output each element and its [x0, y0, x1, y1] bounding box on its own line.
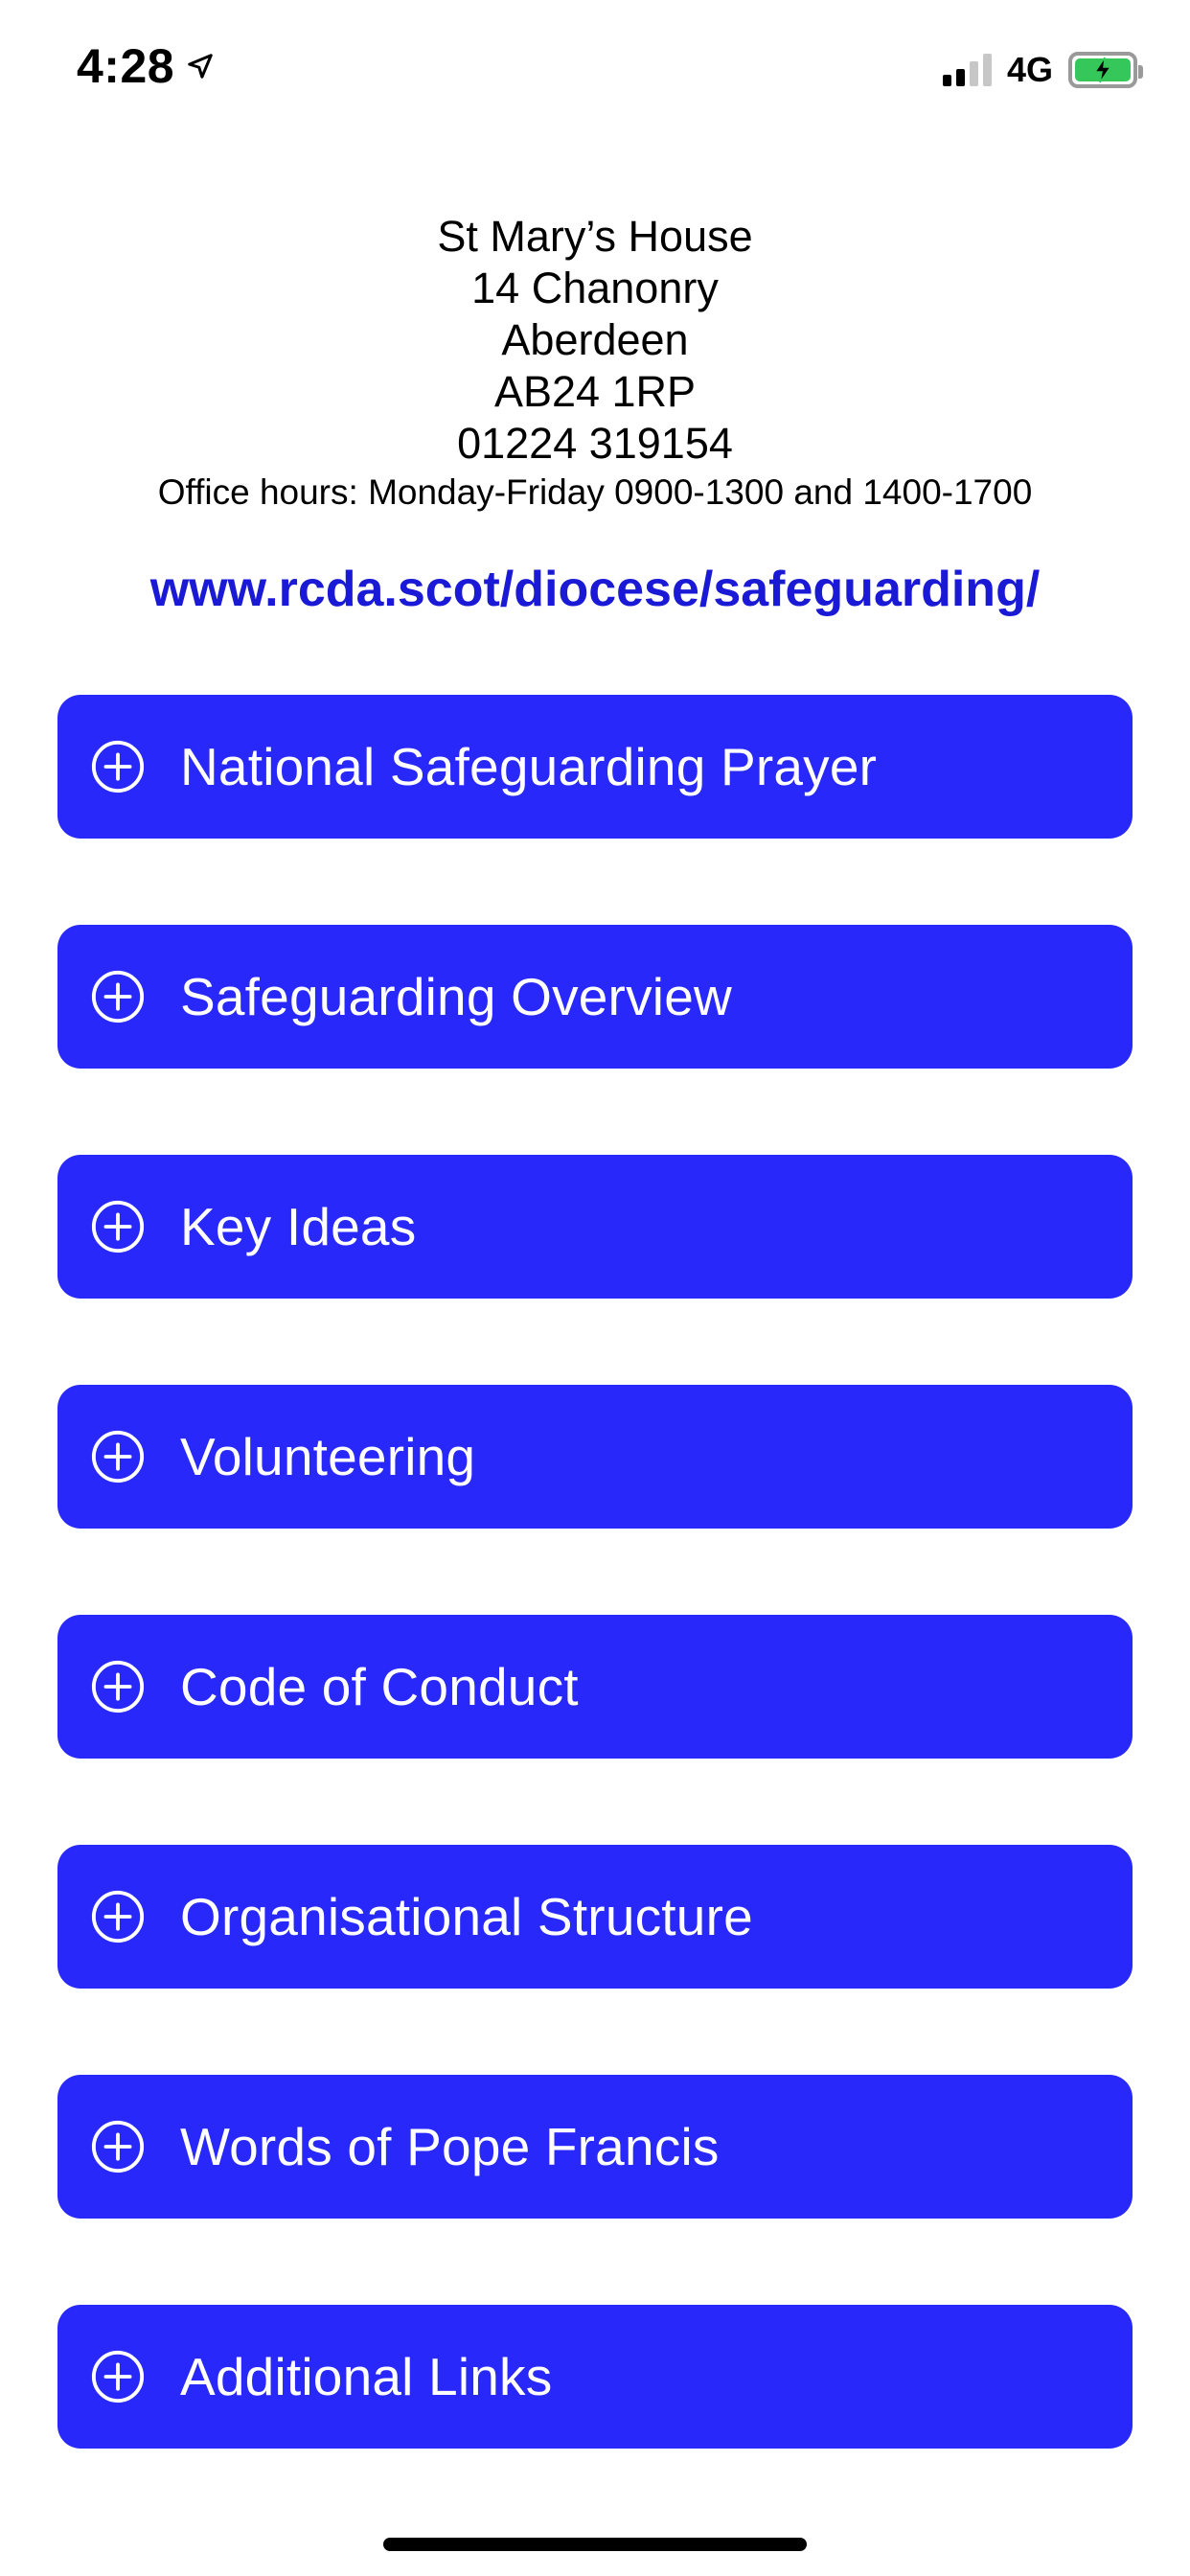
section-label: Safeguarding Overview: [180, 967, 732, 1026]
section-safeguarding-overview[interactable]: Safeguarding Overview: [57, 925, 1133, 1069]
status-time: 4:28: [77, 38, 215, 94]
section-additional-links[interactable]: Additional Links: [57, 2305, 1133, 2449]
status-bar: 4:28 4G: [0, 0, 1190, 144]
section-list: National Safeguarding Prayer Safeguardin…: [57, 695, 1133, 2535]
section-label: Additional Links: [180, 2347, 553, 2406]
plus-circle-icon: [91, 1430, 145, 1484]
website-link[interactable]: www.rcda.scot/diocese/safeguarding/: [0, 561, 1190, 618]
plus-circle-icon: [91, 1200, 145, 1254]
network-type-label: 4G: [1006, 50, 1053, 89]
plus-circle-icon: [91, 970, 145, 1024]
office-hours: Office hours: Monday-Friday 0900-1300 an…: [157, 472, 1033, 512]
section-words-of-pope-francis[interactable]: Words of Pope Francis: [57, 2075, 1133, 2219]
section-national-safeguarding-prayer[interactable]: National Safeguarding Prayer: [57, 695, 1133, 839]
address-street: 14 Chanonry: [471, 264, 719, 312]
phone-number[interactable]: 01224 319154: [0, 418, 1190, 470]
address-block: St Mary’s House 14 Chanonry Aberdeen AB2…: [0, 211, 1190, 516]
address-postcode: AB24 1RP: [493, 367, 697, 416]
section-key-ideas[interactable]: Key Ideas: [57, 1155, 1133, 1299]
section-volunteering[interactable]: Volunteering: [57, 1385, 1133, 1529]
section-label: National Safeguarding Prayer: [180, 737, 878, 796]
section-label: Words of Pope Francis: [180, 2117, 720, 2176]
plus-circle-icon: [91, 740, 145, 794]
section-label: Key Ideas: [180, 1197, 417, 1256]
section-label: Volunteering: [180, 1427, 476, 1486]
section-code-of-conduct[interactable]: Code of Conduct: [57, 1615, 1133, 1759]
address-city: Aberdeen: [501, 315, 689, 364]
plus-circle-icon: [91, 2120, 145, 2174]
status-indicators: 4G: [942, 50, 1143, 90]
section-label: Organisational Structure: [180, 1887, 753, 1946]
address-building: St Mary’s House: [437, 212, 753, 261]
section-label: Code of Conduct: [180, 1657, 579, 1716]
plus-circle-icon: [91, 1660, 145, 1714]
plus-circle-icon: [91, 2350, 145, 2404]
section-organisational-structure[interactable]: Organisational Structure: [57, 1845, 1133, 1989]
cellular-signal-icon: [942, 54, 992, 86]
status-time-text: 4:28: [77, 39, 175, 93]
home-indicator[interactable]: [383, 2538, 807, 2551]
location-arrow-icon: [188, 54, 213, 79]
battery-charging-icon: [1068, 52, 1143, 88]
plus-circle-icon: [91, 1890, 145, 1944]
